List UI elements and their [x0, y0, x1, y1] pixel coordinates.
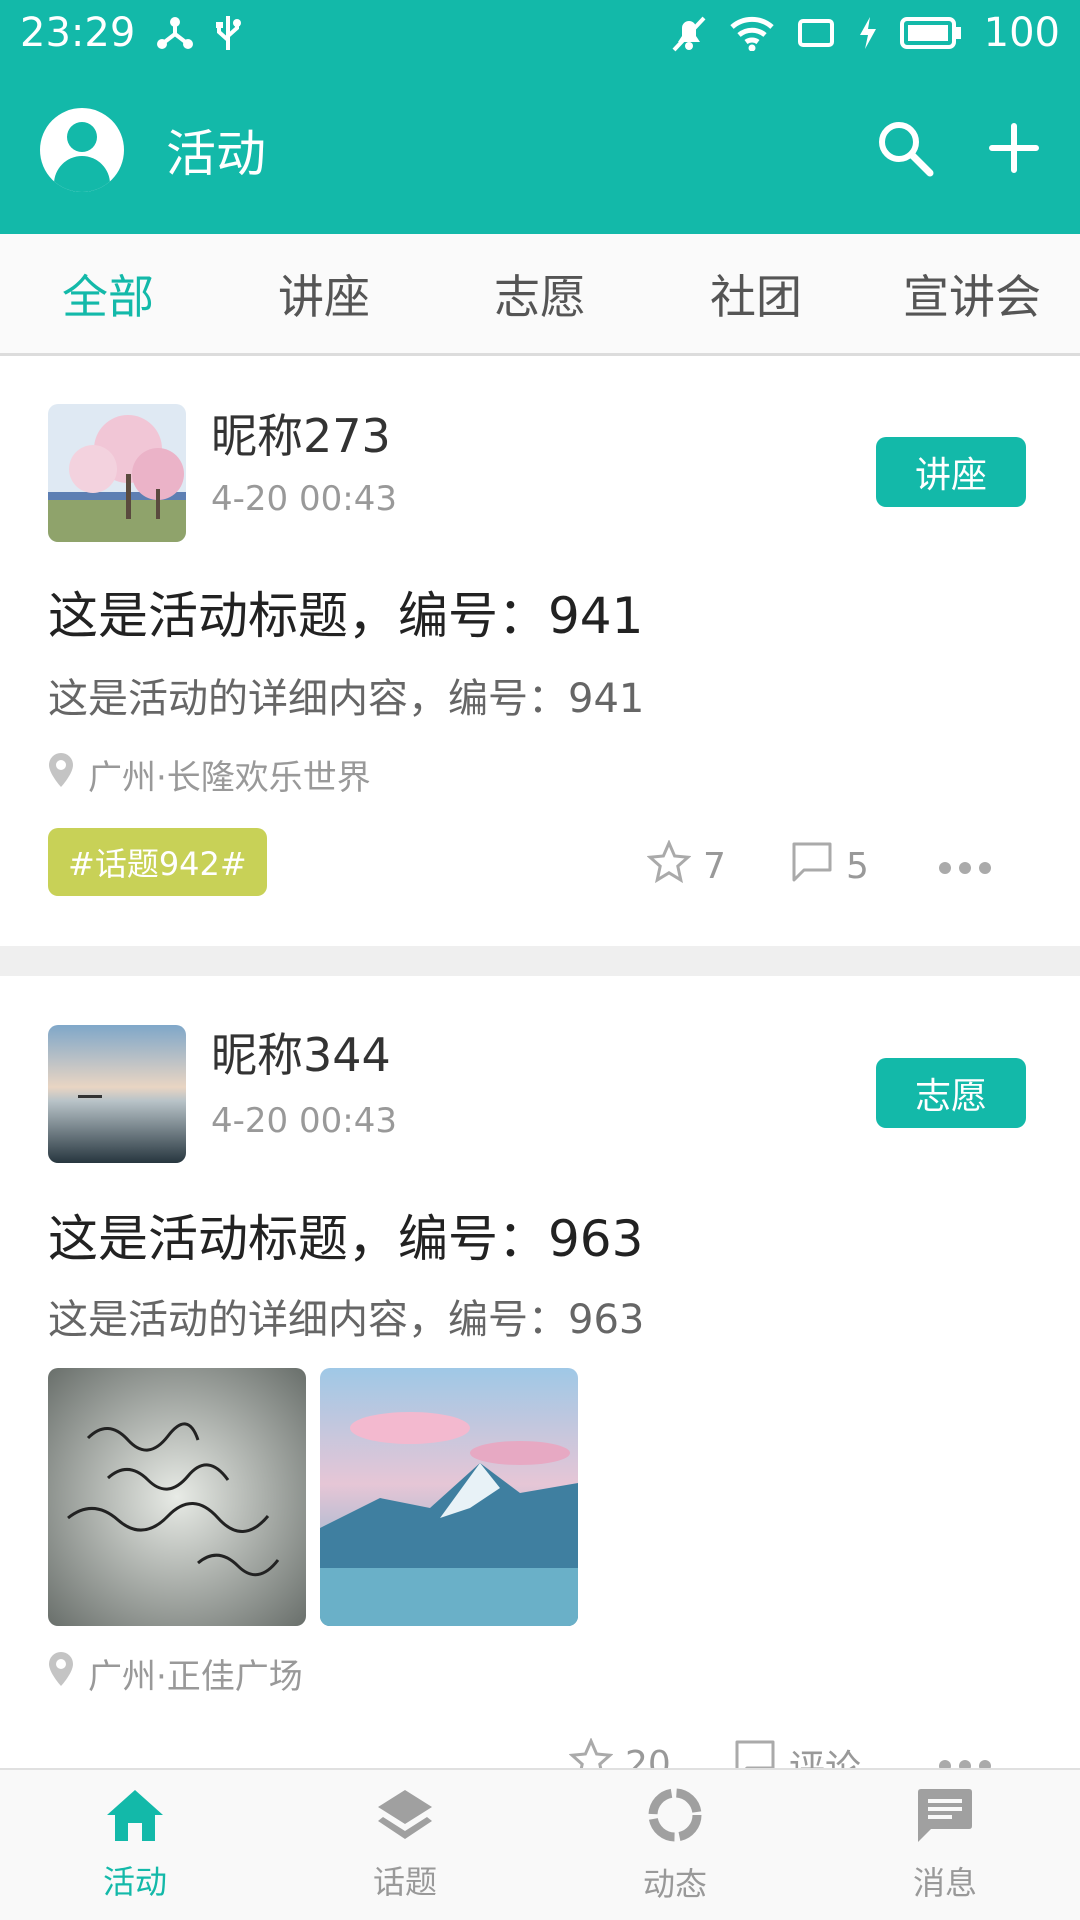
comment-count: 评论	[789, 1747, 862, 1769]
comment-icon	[790, 840, 834, 893]
mute-bell-icon	[670, 14, 708, 52]
activity-content: 这是活动的详细内容，编号：963	[48, 1297, 645, 1343]
activity-card[interactable]: 昵称273 4-20 00:43 讲座 这是活动标题，编号：941 这是活动的详…	[0, 356, 1080, 946]
card-divider	[0, 946, 1080, 976]
add-icon[interactable]	[988, 122, 1040, 178]
activity-content: 这是活动的详细内容，编号：941	[48, 676, 645, 722]
location: 广州·长隆欢乐世界	[48, 750, 371, 799]
message-icon	[915, 1786, 975, 1852]
status-time: 23:29	[20, 10, 136, 56]
location-pin-icon	[48, 752, 74, 797]
comment-button[interactable]: 5	[790, 840, 869, 893]
share-icon	[157, 16, 194, 50]
app-bar: 活动	[0, 66, 1080, 234]
category-tabs: 全部 讲座 志愿 社团 宣讲会	[0, 234, 1080, 356]
location-text: 广州·正佳广场	[88, 1657, 303, 1697]
nav-label: 话题	[372, 1863, 437, 1901]
tab-volunteer[interactable]: 志愿	[432, 261, 648, 327]
search-icon[interactable]	[874, 117, 936, 183]
post-time: 4-20 00:43	[211, 479, 397, 519]
nav-messages[interactable]: 消息	[810, 1770, 1080, 1920]
circle-icon	[645, 1785, 705, 1853]
nav-label: 动态	[642, 1865, 707, 1903]
user-body-shape	[54, 156, 110, 192]
wifi-icon	[729, 15, 774, 51]
like-count: 7	[703, 846, 726, 887]
activity-card[interactable]: 昵称344 4-20 00:43 志愿 这是活动标题，编号：963 这是活动的详…	[0, 976, 1080, 1768]
comment-button[interactable]: 评论	[733, 1738, 861, 1768]
photo-handwriting[interactable]	[48, 1368, 306, 1626]
nav-label: 消息	[912, 1864, 977, 1902]
like-button[interactable]: 20	[568, 1737, 671, 1768]
tab-all[interactable]: 全部	[0, 261, 216, 327]
charging-icon	[858, 16, 878, 50]
more-options-icon[interactable]	[939, 862, 991, 874]
battery-level: 100	[983, 10, 1060, 56]
nav-topic[interactable]: 话题	[270, 1770, 540, 1920]
profile-avatar-button[interactable]	[40, 108, 124, 192]
battery-icon	[899, 17, 962, 49]
comment-icon	[733, 1738, 777, 1768]
nav-feed[interactable]: 动态	[540, 1770, 810, 1920]
status-bar: 23:29 100	[0, 0, 1080, 66]
activity-title: 这是活动标题，编号：941	[48, 587, 644, 645]
author-avatar[interactable]	[48, 404, 186, 542]
star-icon	[568, 1737, 614, 1768]
user-head-shape	[67, 122, 97, 152]
photo-mountain[interactable]	[320, 1368, 578, 1626]
home-icon	[104, 1787, 166, 1851]
usb-icon	[215, 14, 242, 52]
screen-rotate-icon	[796, 17, 836, 49]
tab-presentation[interactable]: 宣讲会	[864, 261, 1080, 327]
nav-activity[interactable]: 活动	[0, 1770, 270, 1920]
more-options-icon[interactable]	[939, 1760, 991, 1768]
page-title: 活动	[166, 125, 266, 183]
category-badge: 讲座	[876, 437, 1026, 507]
author-avatar[interactable]	[48, 1025, 186, 1163]
author-nickname: 昵称273	[211, 409, 391, 463]
comment-count: 5	[846, 846, 869, 887]
category-badge: 志愿	[876, 1058, 1026, 1128]
tab-lecture[interactable]: 讲座	[216, 261, 432, 327]
location-text: 广州·长隆欢乐世界	[88, 758, 371, 798]
tab-club[interactable]: 社团	[648, 261, 864, 327]
activity-title: 这是活动标题，编号：963	[48, 1210, 644, 1268]
layers-icon	[375, 1787, 435, 1851]
like-count: 20	[625, 1744, 671, 1768]
bottom-navigation: 活动 话题 动态 消息	[0, 1768, 1080, 1920]
location: 广州·正佳广场	[48, 1649, 303, 1698]
nav-label: 活动	[102, 1863, 167, 1901]
star-icon	[646, 839, 692, 893]
like-button[interactable]: 7	[646, 839, 726, 893]
topic-tag[interactable]: #话题942#	[48, 828, 267, 896]
location-pin-icon	[48, 1651, 74, 1696]
post-time: 4-20 00:43	[211, 1101, 397, 1141]
author-nickname: 昵称344	[211, 1028, 391, 1082]
